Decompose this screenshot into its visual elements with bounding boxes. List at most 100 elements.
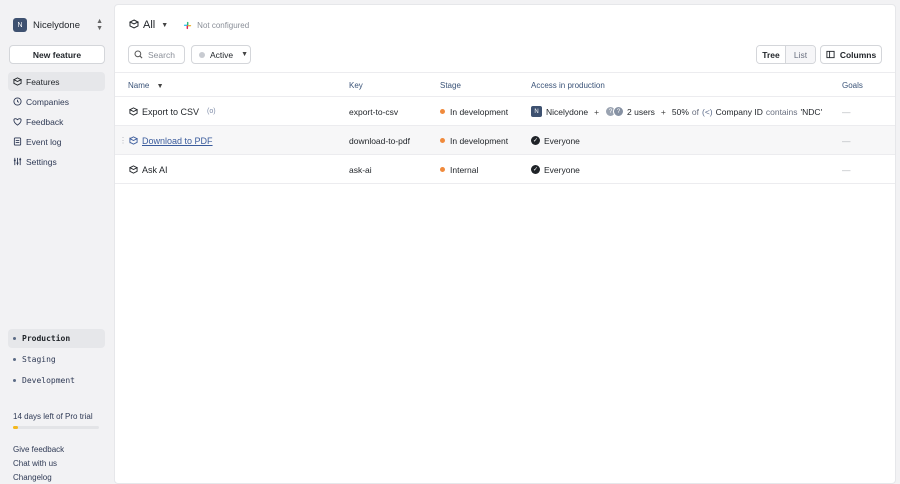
status-filter[interactable]: Active ▼ (191, 45, 251, 64)
sidebar: N Nicelydone ▲ ▼ New feature Features Com… (0, 0, 113, 484)
env-dot-icon (13, 358, 16, 361)
search-input[interactable]: Search (128, 45, 185, 64)
access-users: 2 users (627, 106, 655, 117)
plus-icon: + (594, 106, 600, 117)
goals-cell: — (842, 135, 851, 146)
stage-dot-icon (440, 109, 445, 114)
list-view-button[interactable]: List (786, 46, 815, 63)
remote-config-icon: (o) (207, 108, 216, 115)
feature-name[interactable]: Export to CSV (142, 107, 199, 117)
goals-cell: — (842, 106, 851, 117)
trial-progress-bar (13, 426, 99, 429)
feature-icon (129, 107, 138, 116)
access-cell[interactable]: ✓ Everyone (531, 155, 580, 184)
stage-dot-icon (440, 138, 445, 143)
segment-rule-icon: (<) (701, 106, 713, 117)
env-staging[interactable]: Staging (8, 350, 105, 369)
column-goals[interactable]: Goals (842, 81, 863, 90)
company-avatar: N (531, 106, 542, 117)
env-development[interactable]: Development (8, 371, 105, 390)
column-name[interactable]: Name ▼ (128, 81, 164, 90)
access-of: of (691, 106, 699, 117)
access-percent: 50% (671, 106, 689, 117)
rule-operator: contains (765, 106, 798, 117)
env-label: Production (22, 334, 71, 343)
sidebar-item-feedback[interactable]: Feedback (8, 112, 105, 131)
integration-status-label: Not configured (197, 20, 250, 30)
trial-progress-fill (13, 426, 19, 429)
table-row[interactable]: Export to CSV (o) export-to-csv In devel… (115, 97, 895, 126)
scope-selector[interactable]: All (143, 19, 155, 31)
org-name: Nicelydone (33, 19, 80, 31)
feature-name-cell: Ask AI (129, 155, 168, 184)
footer-links: Give feedback Chat with us Changelog (13, 443, 64, 484)
tree-view-button[interactable]: Tree (757, 46, 786, 63)
feature-name-cell: Export to CSV (o) (129, 97, 216, 126)
filter-bar: Search Active ▼ (128, 45, 251, 64)
feature-icon (129, 165, 138, 174)
view-toggle: Tree List (756, 45, 816, 64)
feature-name[interactable]: Ask AI (142, 165, 168, 175)
give-feedback-link[interactable]: Give feedback (13, 443, 64, 457)
sidebar-item-label: Companies (26, 96, 69, 107)
feature-stage: In development (440, 97, 508, 126)
sidebar-item-event-log[interactable]: Event log (8, 132, 105, 151)
feature-stage: In development (440, 126, 508, 155)
status-dot-icon (199, 51, 205, 58)
status-filter-label: Active (210, 49, 234, 60)
stage-dot-icon (440, 167, 445, 172)
table-row[interactable]: ⋮⋮ Download to PDF download-to-pdf In de… (115, 126, 895, 155)
sidebar-item-label: Features (26, 76, 60, 87)
user-avatar: ? (613, 106, 625, 117)
env-dot-icon (13, 337, 16, 340)
new-feature-button[interactable]: New feature (9, 45, 105, 64)
sidebar-item-settings[interactable]: Settings (8, 152, 105, 171)
feature-stage: Internal (440, 155, 478, 184)
chevron-down-icon: ▼ (241, 51, 249, 58)
search-icon (134, 50, 143, 59)
integration-status[interactable]: Not configured (183, 21, 249, 30)
rule-value: 'NDC' (800, 106, 823, 117)
companies-icon (13, 97, 22, 106)
access-label: Everyone (544, 135, 580, 146)
features-icon (128, 19, 140, 31)
column-stage[interactable]: Stage (440, 81, 461, 90)
plus-icon: + (660, 106, 666, 117)
env-label: Development (22, 376, 75, 385)
org-switcher[interactable]: N Nicelydone ▲ ▼ (13, 17, 103, 33)
settings-icon (13, 157, 22, 166)
columns-label: Columns (839, 49, 877, 60)
chat-with-us-link[interactable]: Chat with us (13, 457, 64, 471)
rule-field: Company ID (715, 106, 763, 117)
trial-text: 14 days left of Pro trial (13, 412, 93, 421)
access-company: Nicelydone (546, 106, 589, 117)
goals-cell: — (842, 164, 851, 175)
feature-name[interactable]: Download to PDF (142, 136, 213, 146)
access-cell[interactable]: ✓ Everyone (531, 126, 580, 155)
check-icon: ✓ (531, 136, 540, 145)
columns-button[interactable]: Columns (820, 45, 882, 64)
sidebar-item-label: Feedback (26, 116, 64, 127)
columns-icon (826, 50, 835, 59)
feedback-icon (13, 117, 22, 126)
feature-name-cell: Download to PDF (129, 126, 213, 155)
trial-status: 14 days left of Pro trial (13, 412, 103, 429)
feature-icon (129, 136, 138, 145)
stage-label: Internal (450, 164, 479, 175)
env-dot-icon (13, 379, 16, 382)
column-key[interactable]: Key (349, 81, 363, 90)
column-access[interactable]: Access in production (531, 81, 605, 90)
sidebar-item-companies[interactable]: Companies (8, 92, 105, 111)
sidebar-nav: Features Companies Feedback Event log Se… (8, 72, 105, 172)
chevron-updown-icon: ▲ ▼ (96, 18, 103, 32)
chevron-down-icon[interactable]: ▼ (161, 22, 168, 29)
table-row[interactable]: Ask AI ask-ai Internal ✓ Everyone — (115, 155, 895, 184)
slack-icon (184, 21, 192, 29)
sidebar-item-features[interactable]: Features (8, 72, 105, 91)
changelog-link[interactable]: Changelog (13, 471, 64, 484)
env-label: Staging (22, 355, 56, 364)
environment-list: Production Staging Development (8, 329, 105, 392)
stage-label: In development (450, 106, 509, 117)
access-cell[interactable]: N Nicelydone + ? ? 2 users + 50% of (<) … (531, 97, 822, 126)
env-production[interactable]: Production (8, 329, 105, 348)
